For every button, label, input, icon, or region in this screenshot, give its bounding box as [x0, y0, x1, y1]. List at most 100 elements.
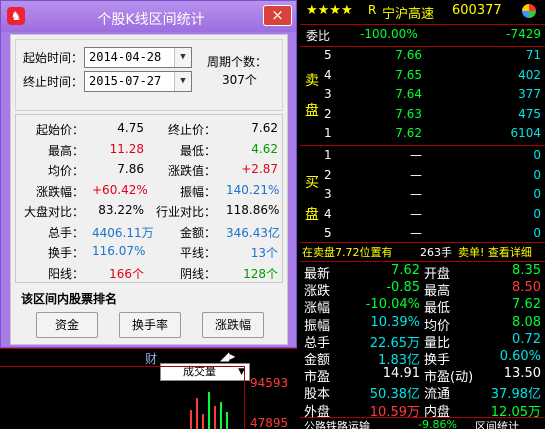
- period-count-label: 周期个数：: [207, 55, 268, 69]
- stat-label: 换手: [424, 353, 451, 368]
- rank-by-turnover-button[interactable]: 换手率: [119, 312, 181, 338]
- level-price: —: [410, 148, 422, 162]
- industry-change: -9.86%: [418, 418, 457, 429]
- buy-level-row[interactable]: 3 — 0: [300, 187, 545, 206]
- level-number: 5: [324, 226, 332, 240]
- stat-label: 阳线：: [47, 266, 84, 281]
- buy-level-row[interactable]: 5 — 0: [300, 226, 545, 245]
- stat-label: 量比: [424, 335, 451, 351]
- stat-label: 起始价：: [35, 123, 84, 137]
- sell-level-row[interactable]: 1 7.62 6104: [300, 126, 545, 145]
- stat-value: 4406.11万: [92, 225, 154, 240]
- color-wheel-icon[interactable]: [522, 4, 536, 18]
- level-price: —: [410, 187, 422, 201]
- weicha-value: -7429: [506, 27, 541, 41]
- close-button[interactable]: ×: [263, 5, 292, 26]
- end-date-picker[interactable]: 2015-07-27 ▼: [84, 71, 192, 92]
- sell-level-row[interactable]: 4 7.65 402: [300, 68, 545, 87]
- stat-label: 阴线：: [179, 266, 216, 281]
- sell-level-row[interactable]: 3 7.64 377: [300, 87, 545, 106]
- end-date-value: 2015-07-27: [89, 74, 162, 88]
- stat-value: 116.07%: [92, 244, 146, 258]
- chevron-down-icon[interactable]: ▼: [174, 48, 191, 67]
- dialog-title: 个股K线区间统计: [97, 12, 205, 28]
- stat-label: 大盘对比：: [24, 205, 85, 219]
- stat-value: 7.62: [391, 263, 420, 278]
- buy-level-row[interactable]: 2 — 0: [300, 168, 545, 187]
- rank-by-change-button[interactable]: 涨跌幅: [202, 312, 264, 338]
- stat-value: 50.38亿: [369, 387, 420, 403]
- buy-level-row[interactable]: 1 — 0: [300, 148, 545, 167]
- stat-value: 1.83亿: [378, 353, 420, 368]
- kline-chart-area[interactable]: 财 成交量 ▼ 94593 47895: [0, 348, 297, 429]
- stat-label: 涨跌: [304, 284, 331, 300]
- kline-range-stats-dialog: ♞ 个股K线区间统计 × 起始时间： 2014-04-28 ▼ 终止时间： 201…: [0, 0, 297, 348]
- order-alert-detail-link[interactable]: 卖单! 查看详细: [458, 244, 532, 260]
- quote-stat-row: 涨跌 -0.85 最高 8.50: [300, 280, 545, 299]
- level-price: —: [410, 226, 422, 240]
- stat-label: 换手：: [47, 246, 84, 260]
- level-number: 1: [324, 148, 332, 162]
- level-volume: 377: [518, 87, 541, 101]
- sell-level-row[interactable]: 5 7.66 71: [300, 48, 545, 67]
- stat-label: 金额: [304, 353, 331, 368]
- divider: [300, 24, 545, 25]
- level-number: 3: [324, 87, 332, 101]
- stat-value: 7.62: [251, 121, 278, 135]
- stat-label: 股本: [304, 387, 331, 403]
- stat-value: 0.60%: [499, 349, 541, 364]
- level-number: 4: [324, 67, 332, 82]
- sell-level-row[interactable]: 2 7.63 475: [300, 107, 545, 126]
- finance-tab[interactable]: 财: [145, 350, 157, 367]
- range-stats-tab[interactable]: 区间统计: [475, 418, 519, 429]
- stat-label: 市盈: [304, 370, 331, 386]
- quote-stat-row: 金额 1.83亿 换手 0.60%: [300, 349, 545, 368]
- industry-label[interactable]: 公路铁路运输: [304, 418, 370, 429]
- stat-value: 13.50: [503, 366, 541, 382]
- stat-value: 7.86: [117, 162, 144, 176]
- quote-stat-row: 外盘 10.59万 内盘 12.05万: [300, 401, 545, 420]
- stat-value: 8.35: [512, 263, 541, 278]
- stat-value: +2.87: [241, 162, 278, 176]
- stat-value: 8.08: [512, 314, 541, 330]
- stat-label: 振幅：: [179, 184, 216, 199]
- stat-value: 83.22%: [98, 203, 144, 217]
- app-logo-icon: ♞: [7, 7, 25, 25]
- stat-value: 166个: [109, 266, 144, 281]
- stat-value: 14.91: [382, 366, 420, 382]
- level-price: 7.66: [395, 48, 422, 62]
- volume-axis-top: 94593: [250, 376, 289, 390]
- stat-value: -0.85: [386, 280, 420, 296]
- level-number: 2: [324, 167, 332, 182]
- stat-label: 外盘: [304, 404, 331, 420]
- cursor-marker: ◢▸: [220, 349, 236, 363]
- buy-level-row[interactable]: 4 — 0: [300, 207, 545, 226]
- level-number: 5: [324, 48, 332, 62]
- stat-value: 4.75: [117, 121, 144, 135]
- stat-value: 7.62: [512, 297, 541, 313]
- dialog-titlebar[interactable]: ♞ 个股K线区间统计 ×: [1, 1, 296, 32]
- start-date-value: 2014-04-28: [89, 50, 162, 64]
- divider: [300, 261, 545, 262]
- order-alert-text: 在卖盘7.72位置有: [302, 246, 393, 259]
- level-number: 2: [324, 106, 332, 121]
- app-window: 财 成交量 ▼ 94593 47895 ♞ 个股K线区间统计 × 起始时间： 20…: [0, 0, 545, 429]
- level-volume: 6104: [510, 126, 541, 140]
- level-price: 7.64: [395, 87, 422, 101]
- level-number: 1: [324, 126, 332, 140]
- chevron-down-icon[interactable]: ▼: [174, 72, 191, 91]
- level-volume: 0: [533, 206, 541, 221]
- stat-label: 流通: [424, 387, 451, 403]
- start-date-picker[interactable]: 2014-04-28 ▼: [84, 47, 192, 68]
- end-time-label: 终止时间：: [23, 75, 84, 89]
- level-volume: 0: [533, 167, 541, 182]
- stat-label: 最新: [304, 267, 331, 282]
- level-volume: 0: [533, 187, 541, 201]
- weibi-value: -100.00%: [360, 27, 418, 41]
- quote-stat-row: 涨幅 -10.04% 最低 7.62: [300, 297, 545, 316]
- rank-by-amount-button[interactable]: 资金: [36, 312, 98, 338]
- stock-code: 600377: [452, 3, 502, 18]
- stat-value: 118.86%: [226, 203, 280, 217]
- quote-stat-row: 市盈 14.91 市盈(动) 13.50: [300, 366, 545, 385]
- divider: [0, 366, 245, 367]
